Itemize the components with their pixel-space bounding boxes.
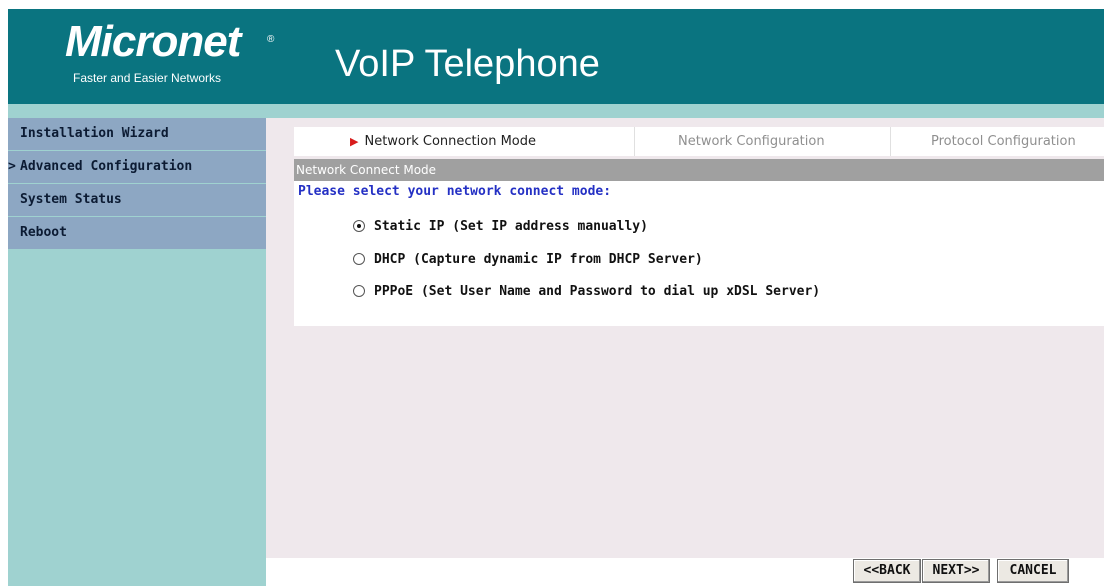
option-label: PPPoE (Set User Name and Password to dia… <box>374 284 821 299</box>
section-title-bar: Network Connect Mode <box>294 159 1104 181</box>
connect-mode-form: Please select your network connect mode:… <box>294 181 1104 326</box>
sidebar-item-system-status[interactable]: System Status <box>8 184 266 216</box>
option-dhcp[interactable]: DHCP (Capture dynamic IP from DHCP Serve… <box>353 250 703 270</box>
sidebar-item-reboot[interactable]: Reboot <box>8 217 266 249</box>
sidebar-item-label: Reboot <box>20 225 67 240</box>
sidebar-nav: Installation Wizard > Advanced Configura… <box>8 118 266 586</box>
back-button[interactable]: <<BACK <box>853 559 921 583</box>
step-divider <box>634 127 635 156</box>
header-divider-strip <box>8 104 1104 118</box>
sidebar-item-label: Advanced Configuration <box>20 159 193 174</box>
logo-tagline: Faster and Easier Networks <box>73 71 222 85</box>
option-pppoe[interactable]: PPPoE (Set User Name and Password to dia… <box>353 282 820 302</box>
pppoe-radio[interactable] <box>353 284 365 297</box>
wizard-step-protocol-configuration: Protocol Configuration <box>931 134 1076 149</box>
page-title: VoIP Telephone <box>335 43 600 85</box>
micronet-logo: Micronet ® Faster and Easier Networks <box>65 20 285 90</box>
sidebar-item-installation-wizard[interactable]: Installation Wizard <box>8 118 266 150</box>
wizard-steps: ▶ Network Connection Mode Network Configu… <box>294 127 1104 156</box>
sidebar-item-advanced-configuration[interactable]: > Advanced Configuration <box>8 151 266 183</box>
option-label: DHCP (Capture dynamic IP from DHCP Serve… <box>374 252 703 267</box>
logo-registered-mark: ® <box>267 34 275 45</box>
step-divider <box>890 127 891 156</box>
logo-brand-text: Micronet <box>65 17 241 66</box>
form-prompt: Please select your network connect mode: <box>298 184 612 199</box>
header-banner: Micronet ® Faster and Easier Networks Vo… <box>8 9 1104 104</box>
cancel-button[interactable]: CANCEL <box>997 559 1069 583</box>
sidebar-item-label: System Status <box>20 192 122 207</box>
option-static-ip[interactable]: Static IP (Set IP address manually) <box>353 217 648 237</box>
wizard-step-current: ▶ Network Connection Mode <box>350 127 536 156</box>
option-label: Static IP (Set IP address manually) <box>374 219 648 234</box>
next-button[interactable]: NEXT>> <box>922 559 990 583</box>
sidebar-item-label: Installation Wizard <box>20 126 169 141</box>
static-ip-radio[interactable] <box>353 219 365 232</box>
current-item-marker-icon: > <box>8 159 16 174</box>
dhcp-radio[interactable] <box>353 252 365 265</box>
wizard-step-label: Network Connection Mode <box>364 134 536 149</box>
wizard-step-network-configuration: Network Configuration <box>678 134 825 149</box>
current-step-pointer-icon: ▶ <box>350 135 359 148</box>
